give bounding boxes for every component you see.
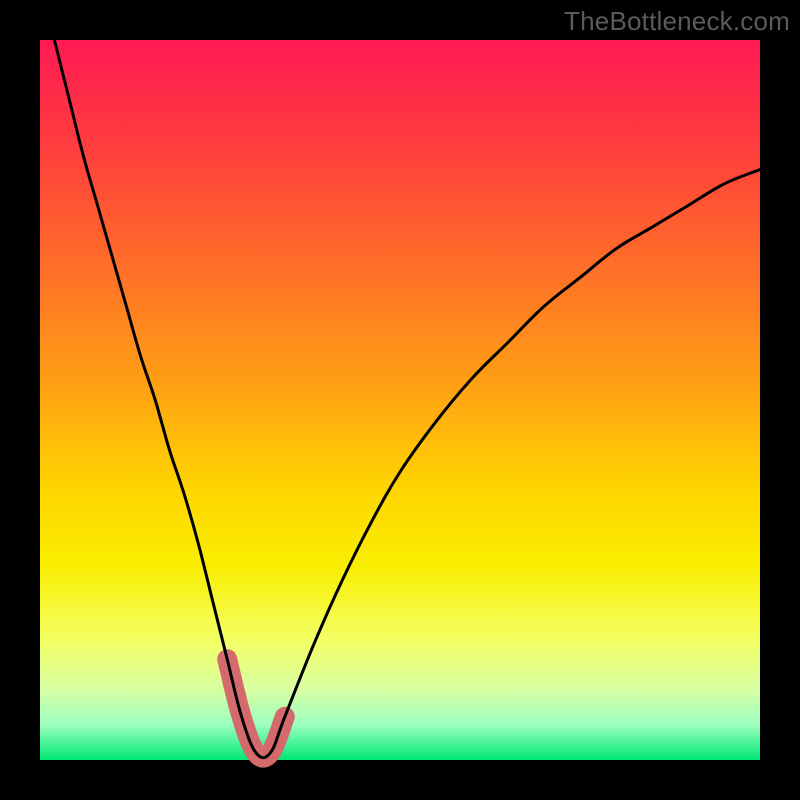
plot-area: [40, 40, 760, 760]
chart-frame: TheBottleneck.com: [0, 0, 800, 800]
curve-svg: [40, 40, 760, 760]
bottleneck-curve: [54, 40, 760, 758]
watermark-text: TheBottleneck.com: [564, 6, 790, 37]
